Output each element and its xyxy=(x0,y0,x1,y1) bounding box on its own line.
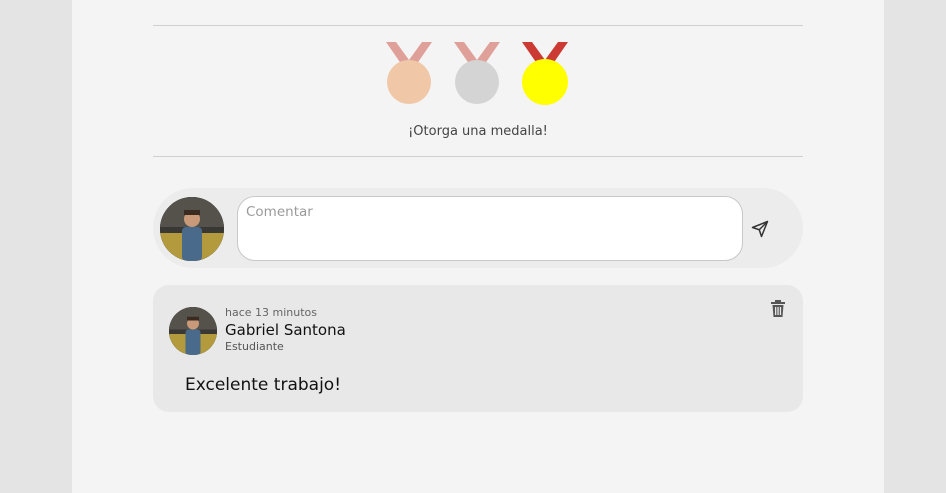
send-icon[interactable] xyxy=(751,220,769,238)
bronze-medal-icon[interactable] xyxy=(382,40,436,108)
comment-composer xyxy=(153,188,803,268)
comment-author-role: Estudiante xyxy=(225,340,284,353)
comment-text: Excelente trabajo! xyxy=(185,375,342,395)
trash-icon[interactable] xyxy=(770,300,786,318)
comment-author: Gabriel Santona xyxy=(225,321,346,339)
avatar xyxy=(169,307,217,355)
medal-caption: ¡Otorga una medalla! xyxy=(408,124,548,139)
divider xyxy=(153,156,803,157)
medal-picker xyxy=(382,40,578,110)
divider xyxy=(153,25,803,26)
avatar xyxy=(160,197,224,261)
silver-medal-icon[interactable] xyxy=(450,40,504,108)
gold-medal-icon[interactable] xyxy=(518,40,572,108)
comment-input[interactable] xyxy=(237,196,743,261)
post-panel: ¡Otorga una medalla! Comentar hace 13 mi… xyxy=(72,0,884,493)
comment-card: hace 13 minutos Gabriel Santona Estudian… xyxy=(153,285,803,412)
comment-timestamp: hace 13 minutos xyxy=(225,306,318,319)
